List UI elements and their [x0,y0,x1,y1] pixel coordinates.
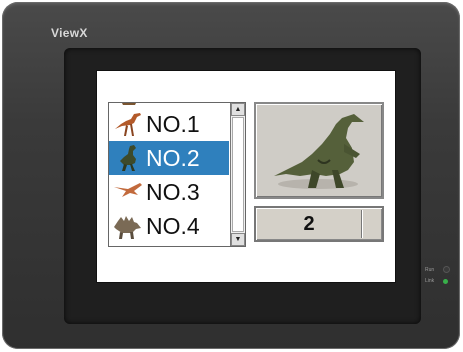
link-label: Link [425,278,435,284]
brand-label: ViewX [51,26,88,40]
link-led-icon [443,278,448,284]
triangle-down-icon: ▼ [234,236,242,243]
run-label: Run [425,266,435,273]
number-display-spin-button[interactable] [361,210,380,238]
touch-screen: NO.1 NO.2 NO.3 NO.4 ▲ ▼ 2 [96,70,396,283]
list-item-label: NO.1 [146,110,200,137]
dinosaur-listbox[interactable]: NO.1 NO.2 NO.3 NO.4 ▲ ▼ [108,102,246,247]
run-led-icon [443,266,450,273]
stegosaur-icon [111,211,145,241]
list-scrollbar[interactable]: ▲ ▼ [230,103,245,246]
list-item-label: NO.3 [146,178,200,205]
scroll-down-button[interactable]: ▼ [231,233,245,246]
link-indicator: Link [425,278,448,284]
pterosaur-flying-icon [111,177,145,207]
parasaurolophus-image-icon [274,114,364,189]
list-item-label: NO.2 [146,144,200,171]
number-display[interactable]: 2 [254,206,384,242]
list-item-selected[interactable]: NO.2 [109,141,229,175]
list-item[interactable]: NO.1 [109,107,229,141]
dinosaur-standing-icon [111,143,145,173]
list-item-label: NO.4 [146,212,200,239]
scrollbar-track[interactable] [232,117,244,232]
number-display-value: 2 [303,213,315,235]
triangle-up-icon: ▲ [234,106,242,113]
run-indicator: Run [425,266,450,273]
scroll-up-button[interactable]: ▲ [231,103,245,116]
dinosaur-preview-image [254,102,384,199]
list-item[interactable]: NO.3 [109,175,229,209]
dinosaur-walking-icon [111,109,145,139]
list-item[interactable]: NO.4 [109,209,229,243]
